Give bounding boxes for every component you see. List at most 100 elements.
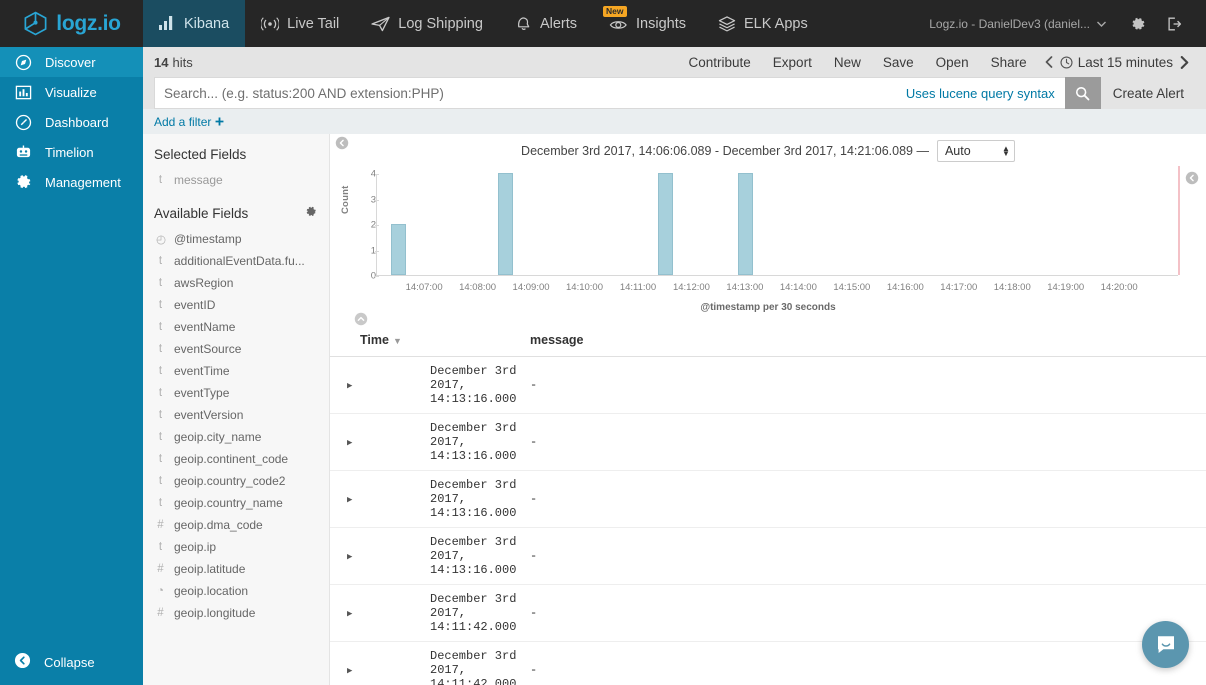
chart-collapse-up-button[interactable] (354, 312, 368, 326)
discover-content: Selected Fields t message Available Field… (143, 134, 1206, 685)
y-axis-tick: 3 (370, 194, 376, 205)
field-item-geoip-ip[interactable]: t geoip.ip (143, 536, 329, 558)
create-alert-button[interactable]: Create Alert (1101, 77, 1196, 109)
sidebar-collapse-button[interactable]: Collapse (0, 645, 143, 679)
sidebar-item-discover[interactable]: Discover (0, 47, 143, 77)
field-type-icon: t (158, 365, 163, 377)
hits-count: 14 (154, 54, 169, 70)
table-row[interactable]: ▶ December 3rd 2017, 14:11:42.000- (330, 584, 1206, 642)
y-axis-tick-mark (375, 276, 379, 277)
x-axis-tick: 14:12:00 (672, 282, 710, 293)
table-cell-time: December 3rd 2017, 14:11:42.000 (430, 641, 530, 685)
field-item-geoip-location[interactable]: ◔ geoip.location (143, 580, 329, 602)
field-item-eventname[interactable]: t eventName (143, 316, 329, 338)
expand-row-button[interactable]: ▶ (330, 438, 352, 448)
chart-collapse-right-button[interactable] (1185, 171, 1199, 185)
selected-fields-title: Selected Fields (154, 147, 247, 162)
sidebar-item-label: Management (45, 174, 121, 190)
x-axis-tick: 14:09:00 (512, 282, 550, 293)
interval-select[interactable]: Auto ▲ ▼ (936, 140, 1015, 162)
time-prev-button[interactable] (1038, 56, 1060, 68)
magnifier-icon (1076, 86, 1090, 100)
column-header-time[interactable]: Time ▼ (330, 326, 530, 357)
share-button[interactable]: Share (980, 55, 1038, 70)
field-item-eventtime[interactable]: t eventTime (143, 360, 329, 382)
save-button[interactable]: Save (872, 55, 925, 70)
nav-item-elk-apps[interactable]: ELK Apps (702, 0, 824, 47)
table-row[interactable]: ▶ December 3rd 2017, 14:11:42.000- (330, 641, 1206, 685)
logzio-logo[interactable]: logz.io (0, 0, 143, 47)
x-axis-tick: 14:10:00 (566, 282, 604, 293)
field-item-geoip-country-name[interactable]: t geoip.country_name (143, 492, 329, 514)
table-row[interactable]: ▶ December 3rd 2017, 14:13:16.000- (330, 470, 1206, 528)
x-axis-tick: 14:13:00 (726, 282, 764, 293)
field-item-geoip-dma-code[interactable]: # geoip.dma_code (143, 514, 329, 536)
field-item-geoip-longitude[interactable]: # geoip.longitude (143, 602, 329, 624)
toolbar-actions: Contribute Export New Save Open Share La… (678, 55, 1197, 70)
nav-item-log-shipping[interactable]: Log Shipping (355, 0, 499, 47)
time-next-button[interactable] (1173, 55, 1196, 69)
field-item-eventid[interactable]: t eventID (143, 294, 329, 316)
histogram-bar[interactable] (658, 173, 674, 275)
field-item-awsregion[interactable]: t awsRegion (143, 272, 329, 294)
y-axis-tick: 4 (370, 168, 376, 180)
expand-row-button[interactable]: ▶ (330, 609, 352, 619)
column-header-message[interactable]: message (530, 326, 1206, 357)
expand-row-button[interactable]: ▶ (330, 552, 352, 562)
field-item-eventtype[interactable]: t eventType (143, 382, 329, 404)
nav-item-live-tail[interactable]: Live Tail (245, 0, 355, 47)
account-menu[interactable]: Logz.io - DanielDev3 (daniel... (915, 17, 1120, 31)
sidebar-item-timelion[interactable]: Timelion (0, 137, 143, 167)
sidebar-item-dashboard[interactable]: Dashboard (0, 107, 143, 137)
expand-row-button[interactable]: ▶ (330, 495, 352, 505)
table-row[interactable]: ▶ December 3rd 2017, 14:13:16.000- (330, 356, 1206, 414)
field-item-message[interactable]: t message (143, 169, 329, 191)
field-item-additionaleventdata-fu-[interactable]: t additionalEventData.fu... (143, 250, 329, 272)
field-item-geoip-country-code2[interactable]: t geoip.country_code2 (143, 470, 329, 492)
table-cell-time: December 3rd 2017, 14:13:16.000 (430, 413, 530, 471)
new-button[interactable]: New (823, 55, 872, 70)
contribute-button[interactable]: Contribute (678, 55, 762, 70)
search-submit-button[interactable] (1064, 77, 1101, 109)
field-item-geoip-latitude[interactable]: # geoip.latitude (143, 558, 329, 580)
field-settings-button[interactable] (305, 206, 317, 221)
logout-button[interactable] (1156, 0, 1192, 47)
add-filter-button[interactable]: Add a filter (154, 115, 224, 129)
layers-icon (718, 16, 736, 32)
settings-button[interactable] (1120, 0, 1156, 47)
table-cell-message: - (530, 470, 1206, 528)
search-field-wrapper: Uses lucene query syntax (154, 77, 1065, 109)
documents-area: December 3rd 2017, 14:06:06.089 - Decemb… (330, 134, 1206, 685)
field-item-eventsource[interactable]: t eventSource (143, 338, 329, 360)
expand-row-button[interactable]: ▶ (330, 666, 352, 676)
field-type-icon: # (157, 519, 164, 531)
nav-item-kibana[interactable]: Kibana (143, 0, 246, 47)
nav-item-alerts[interactable]: Alerts (499, 0, 593, 47)
field-name: eventSource (174, 342, 242, 356)
y-axis-tick: 1 (370, 245, 376, 256)
selected-fields-header: Selected Fields (143, 134, 329, 169)
search-input[interactable] (155, 78, 906, 108)
lucene-syntax-link[interactable]: Uses lucene query syntax (906, 86, 1065, 101)
histogram-bar[interactable] (498, 173, 514, 275)
expand-row-button[interactable]: ▶ (330, 381, 352, 391)
table-row[interactable]: ▶ December 3rd 2017, 14:13:16.000- (330, 413, 1206, 471)
nav-item-insights[interactable]: New Insights (593, 0, 702, 47)
field-item-geoip-continent-code[interactable]: t geoip.continent_code (143, 448, 329, 470)
histogram-bar[interactable] (391, 224, 407, 275)
histogram-bar[interactable] (738, 173, 754, 275)
sidebar-item-visualize[interactable]: Visualize (0, 77, 143, 107)
sidebar-item-management[interactable]: Management (0, 167, 143, 197)
chevron-up-circle-icon (354, 312, 368, 326)
field-item-eventversion[interactable]: t eventVersion (143, 404, 329, 426)
chart-collapse-left-button[interactable] (335, 136, 349, 150)
export-button[interactable]: Export (762, 55, 823, 70)
field-item-geoip-city-name[interactable]: t geoip.city_name (143, 426, 329, 448)
chevron-left-icon (1045, 56, 1053, 68)
time-range-picker[interactable]: Last 15 minutes (1060, 55, 1173, 70)
table-row[interactable]: ▶ December 3rd 2017, 14:13:16.000- (330, 527, 1206, 585)
open-button[interactable]: Open (925, 55, 980, 70)
chat-launcher-button[interactable] (1142, 621, 1189, 668)
table-cell-toggle: ▶ (330, 413, 430, 471)
field-item--timestamp[interactable]: ◴ @timestamp (143, 228, 329, 250)
